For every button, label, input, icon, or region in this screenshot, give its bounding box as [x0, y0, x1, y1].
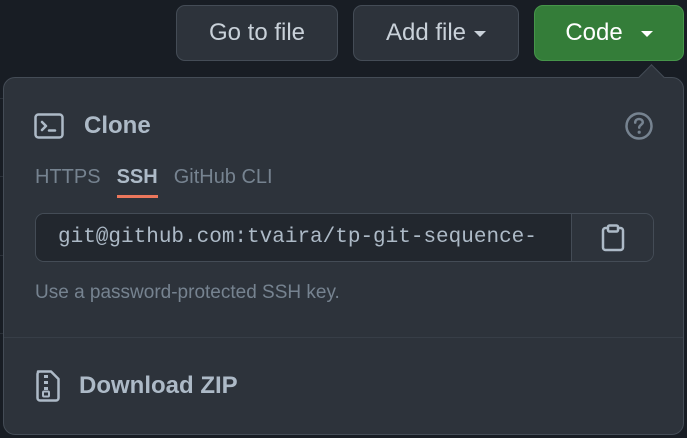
caret-down-icon: [474, 31, 487, 37]
code-label: Code: [565, 19, 623, 46]
clone-url-group: git@github.com:tvaira/tp-git-sequence-: [35, 213, 654, 262]
clone-tabs: HTTPS SSH GitHub CLI: [35, 166, 289, 198]
clone-title: Clone: [84, 112, 151, 139]
terminal-icon: [34, 113, 64, 139]
clone-header: Clone: [34, 112, 151, 140]
code-button[interactable]: Code: [534, 5, 684, 61]
go-to-file-button[interactable]: Go to file: [176, 5, 338, 61]
tab-github-cli[interactable]: GitHub CLI: [174, 166, 273, 198]
caret-down-icon: [640, 31, 653, 37]
download-zip-item[interactable]: Download ZIP: [35, 370, 238, 402]
add-file-button[interactable]: Add file: [353, 5, 519, 61]
copy-url-button[interactable]: [572, 214, 653, 261]
file-zip-icon: [36, 370, 60, 402]
clone-dropdown: Clone HTTPS SSH GitHub CLI git@github.co…: [3, 64, 684, 435]
page: Go to file Add file Code Clone HTTPS SSH…: [0, 0, 687, 438]
clone-url-field[interactable]: git@github.com:tvaira/tp-git-sequence-: [36, 214, 572, 261]
tab-https[interactable]: HTTPS: [35, 166, 101, 198]
add-file-label: Add file: [385, 19, 467, 46]
ssh-hint: Use a password-protected SSH key.: [35, 282, 340, 303]
question-icon[interactable]: [624, 111, 654, 141]
go-to-file-label: Go to file: [208, 19, 306, 46]
clipboard-icon: [601, 223, 624, 251]
divider: [4, 337, 683, 338]
download-zip-label: Download ZIP: [79, 372, 238, 399]
tab-ssh[interactable]: SSH: [116, 166, 158, 198]
dropdown-pointer: [638, 64, 665, 91]
